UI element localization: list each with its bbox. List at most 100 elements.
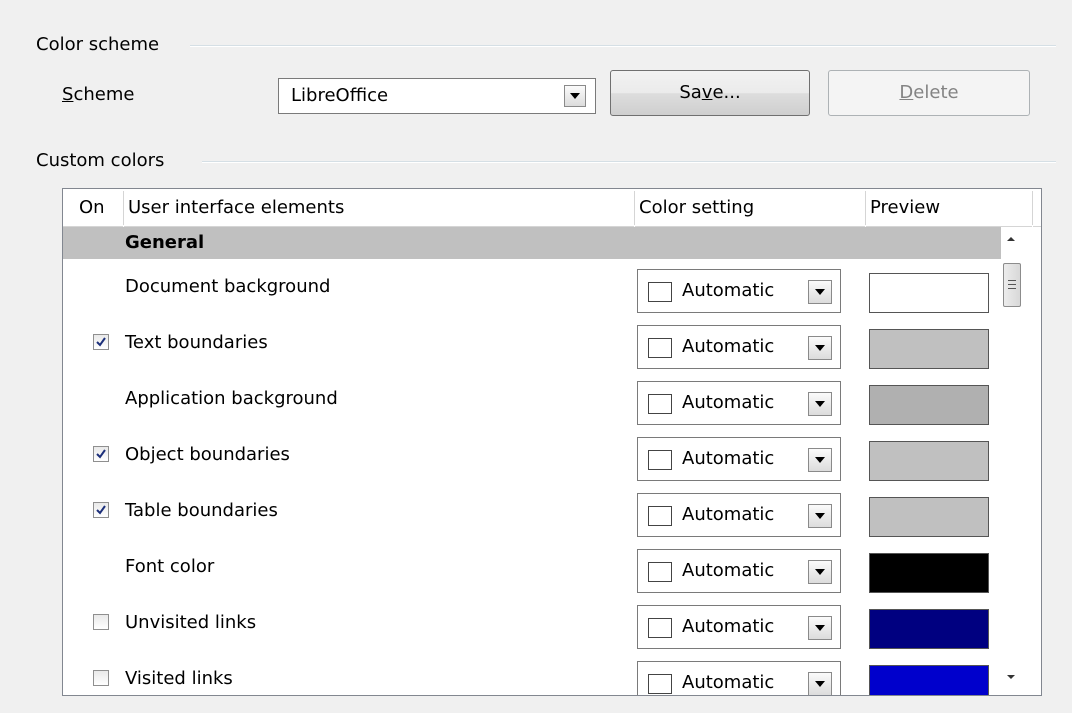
category-row-general: General xyxy=(63,227,1001,259)
row-label: Font color xyxy=(125,556,215,577)
column-header-color-setting[interactable]: Color setting xyxy=(635,189,865,227)
scheme-select[interactable]: LibreOffice xyxy=(278,78,596,114)
scheme-select-value: LibreOffice xyxy=(291,85,389,106)
scroll-up-button[interactable] xyxy=(1003,231,1041,255)
color-row[interactable]: Application background Automatic xyxy=(63,371,1001,427)
color-row[interactable]: Unvisited links Automatic xyxy=(63,595,1001,651)
color-swatch-icon xyxy=(648,562,672,582)
color-dropdown-button[interactable] xyxy=(808,560,832,584)
color-preview xyxy=(869,329,989,369)
color-swatch-icon xyxy=(648,674,672,694)
color-setting-value: Automatic xyxy=(682,504,775,525)
chevron-down-icon xyxy=(815,569,825,575)
color-setting-value: Automatic xyxy=(682,616,775,637)
checkmark-icon xyxy=(96,449,106,459)
column-header-filler xyxy=(1033,189,1041,227)
delete-label-mnemonic: D xyxy=(899,82,914,103)
custom-colors-group-label: Custom colors xyxy=(36,150,173,172)
delete-button[interactable]: Delete xyxy=(828,70,1030,116)
color-swatch-icon xyxy=(648,450,672,470)
color-preview xyxy=(869,273,989,313)
color-dropdown-button[interactable] xyxy=(808,616,832,640)
row-label: Document background xyxy=(125,276,331,297)
color-setting-select[interactable]: Automatic xyxy=(637,269,841,313)
color-dropdown-button[interactable] xyxy=(808,280,832,304)
color-row[interactable]: Font color Automatic xyxy=(63,539,1001,595)
color-setting-value: Automatic xyxy=(682,280,775,301)
scrollbar-thumb[interactable] xyxy=(1003,263,1021,307)
scheme-label-mnemonic: S xyxy=(62,84,74,105)
chevron-down-icon xyxy=(815,625,825,631)
delete-label-rest: elete xyxy=(913,82,959,103)
color-setting-select[interactable]: Automatic xyxy=(637,325,841,369)
chevron-down-icon xyxy=(815,289,825,295)
column-header-color-setting-label: Color setting xyxy=(639,197,755,218)
row-label: Visited links xyxy=(125,668,233,689)
row-checkbox[interactable] xyxy=(93,670,109,686)
color-preview xyxy=(869,441,989,481)
color-row[interactable]: Visited links Automatic xyxy=(63,651,1001,695)
color-preview xyxy=(869,553,989,593)
row-label: Text boundaries xyxy=(125,332,268,353)
chevron-up-icon xyxy=(1007,237,1015,241)
row-label: Unvisited links xyxy=(125,612,257,633)
color-swatch-icon xyxy=(648,282,672,302)
color-dropdown-button[interactable] xyxy=(808,504,832,528)
checkmark-icon xyxy=(96,505,106,515)
row-label: Object boundaries xyxy=(125,444,290,465)
color-setting-value: Automatic xyxy=(682,392,775,413)
color-dropdown-button[interactable] xyxy=(808,448,832,472)
color-setting-value: Automatic xyxy=(682,336,775,357)
color-dropdown-button[interactable] xyxy=(808,672,832,695)
color-setting-select[interactable]: Automatic xyxy=(637,549,841,593)
scheme-dropdown-button[interactable] xyxy=(564,85,586,107)
row-checkbox[interactable] xyxy=(93,502,109,518)
color-setting-select[interactable]: Automatic xyxy=(637,605,841,649)
color-setting-select[interactable]: Automatic xyxy=(637,381,841,425)
column-header-preview[interactable]: Preview xyxy=(866,189,1032,227)
color-dropdown-button[interactable] xyxy=(808,336,832,360)
color-scheme-group-label: Color scheme xyxy=(36,34,168,56)
column-header-elements[interactable]: User interface elements xyxy=(124,189,634,227)
save-label-mnemonic: v xyxy=(701,82,713,103)
color-setting-select[interactable]: Automatic xyxy=(637,661,841,695)
color-swatch-icon xyxy=(648,506,672,526)
chevron-down-icon xyxy=(815,513,825,519)
color-swatch-icon xyxy=(648,394,672,414)
color-preview xyxy=(869,497,989,537)
color-dropdown-button[interactable] xyxy=(808,392,832,416)
row-label: Application background xyxy=(125,388,338,409)
color-preview xyxy=(869,609,989,649)
chevron-down-icon xyxy=(815,681,825,687)
chevron-down-icon xyxy=(1007,675,1015,679)
color-setting-select[interactable]: Automatic xyxy=(637,437,841,481)
color-row[interactable]: Table boundaries Automatic xyxy=(63,483,1001,539)
row-label: Table boundaries xyxy=(125,500,278,521)
checkmark-icon xyxy=(96,337,106,347)
color-row[interactable]: Object boundaries Automatic xyxy=(63,427,1001,483)
scroll-down-button[interactable] xyxy=(1003,661,1041,685)
row-checkbox[interactable] xyxy=(93,446,109,462)
chevron-down-icon xyxy=(815,345,825,351)
column-header-on-label: On xyxy=(79,197,105,218)
color-preview xyxy=(869,665,989,695)
column-header-preview-label: Preview xyxy=(870,197,941,218)
color-swatch-icon xyxy=(648,618,672,638)
chevron-down-icon xyxy=(570,93,580,99)
save-label-pre: Sa xyxy=(679,82,702,103)
color-scheme-separator xyxy=(190,45,1056,47)
color-swatch-icon xyxy=(648,338,672,358)
row-checkbox[interactable] xyxy=(93,334,109,350)
save-button[interactable]: Save... xyxy=(610,70,810,116)
color-row[interactable]: Document background Automatic xyxy=(63,259,1001,315)
column-header-on[interactable]: On xyxy=(63,189,123,227)
vertical-scrollbar[interactable] xyxy=(1003,227,1041,695)
custom-colors-list[interactable]: On User interface elements Color setting… xyxy=(62,188,1042,696)
scheme-label: Scheme xyxy=(62,80,134,110)
save-label-post: e... xyxy=(712,82,741,103)
row-checkbox[interactable] xyxy=(93,614,109,630)
color-setting-value: Automatic xyxy=(682,672,775,693)
scheme-label-rest: cheme xyxy=(73,84,135,105)
color-setting-select[interactable]: Automatic xyxy=(637,493,841,537)
color-row[interactable]: Text boundaries Automatic xyxy=(63,315,1001,371)
